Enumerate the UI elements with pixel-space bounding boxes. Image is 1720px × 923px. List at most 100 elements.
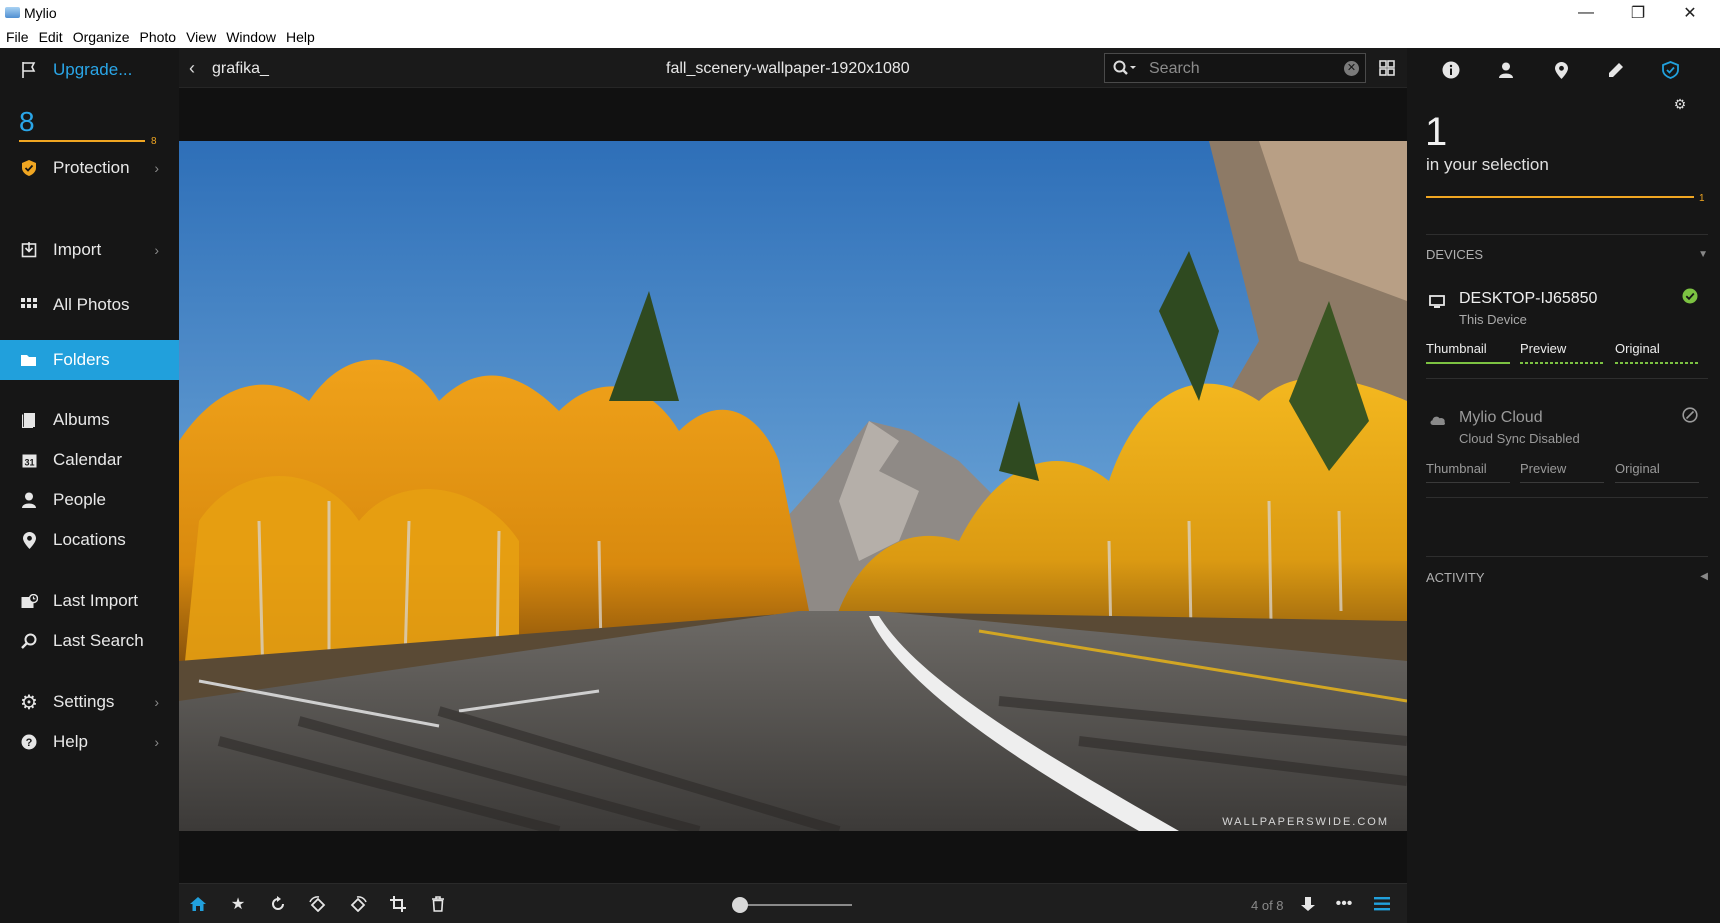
more-icon[interactable]: ••• (1335, 895, 1353, 913)
rotate-left-icon[interactable] (309, 895, 327, 913)
photo-count-bar (19, 140, 145, 142)
sidebar-item-settings[interactable]: ⚙ Settings › (0, 682, 179, 722)
zoom-slider-handle[interactable] (732, 897, 748, 913)
sidebar: Upgrade... 8 8 Protection › Import › All… (0, 48, 179, 923)
chevron-right-icon: › (154, 734, 159, 750)
search-box[interactable]: ✕ (1104, 53, 1366, 83)
tier-thumbnail-line (1426, 482, 1510, 483)
sidebar-item-label: Help (53, 732, 88, 751)
back-chevron-icon[interactable]: ‹ (189, 58, 195, 79)
grid-view-icon[interactable] (1379, 60, 1395, 76)
sidebar-item-label: Protection (53, 158, 130, 177)
sidebar-item-label: Last Import (53, 591, 139, 610)
export-icon[interactable] (1299, 895, 1317, 913)
devices-title: DEVICES (1426, 247, 1484, 262)
folder-breadcrumb[interactable]: grafika_ (212, 60, 269, 78)
albums-icon (20, 411, 38, 429)
zoom-slider-track[interactable] (740, 904, 852, 906)
tier-thumbnail: Thumbnail (1426, 341, 1487, 356)
divider (1426, 234, 1708, 235)
sidebar-item-folders[interactable]: Folders (0, 340, 179, 380)
expand-arrow-icon[interactable]: ◀ (1700, 571, 1708, 582)
page-counter: 4 of 8 (1251, 898, 1284, 913)
device-subtitle: This Device (1459, 312, 1527, 327)
synced-check-icon (1682, 288, 1698, 309)
sidebar-item-last-search[interactable]: Last Search (0, 621, 179, 661)
divider (1426, 497, 1708, 498)
monitor-icon (1429, 295, 1445, 309)
menu-file[interactable]: File (6, 29, 29, 45)
gear-icon[interactable]: ⚙ (1670, 94, 1690, 114)
selection-bar-label: 1 (1699, 193, 1705, 204)
selection-label: in your selection (1426, 155, 1549, 174)
info-panel: ⚙ 1 in your selection 1 DEVICES ▼ DESKTO… (1407, 48, 1720, 923)
search-dropdown-icon[interactable] (1113, 60, 1137, 79)
help-icon: ? (20, 733, 38, 751)
menu-window[interactable]: Window (226, 29, 276, 45)
flag-icon (20, 61, 38, 79)
collapse-arrow-icon[interactable]: ▼ (1698, 249, 1708, 260)
menu-edit[interactable]: Edit (39, 29, 63, 45)
sidebar-item-calendar[interactable]: 31 Calendar (0, 440, 179, 480)
location-pin-icon[interactable] (1551, 60, 1571, 80)
tier-original-line (1615, 482, 1699, 483)
photo-filename: fall_scenery-wallpaper-1920x1080 (666, 60, 910, 77)
rotate-right-icon[interactable] (349, 895, 367, 913)
tier-original: Original (1615, 461, 1660, 476)
gear-icon: ⚙ (20, 691, 38, 714)
maximize-button[interactable]: ❐ (1612, 0, 1664, 26)
chevron-right-icon: › (154, 160, 159, 176)
selection-count: 1 (1425, 110, 1448, 154)
grid-icon (20, 296, 38, 314)
star-icon[interactable]: ★ (229, 895, 247, 913)
location-pin-icon (20, 531, 38, 549)
info-icon[interactable] (1441, 60, 1461, 80)
rotate-icon[interactable] (269, 895, 287, 913)
sidebar-item-label: Import (53, 240, 102, 259)
chevron-right-icon: › (154, 242, 159, 258)
watermark-text: WALLPAPERSWIDE.COM (1222, 816, 1389, 828)
chevron-right-icon: › (154, 694, 159, 710)
svg-text:31: 31 (24, 457, 34, 467)
fall-scenery-photo[interactable]: WALLPAPERSWIDE.COM (179, 141, 1407, 831)
list-menu-icon[interactable] (1373, 895, 1391, 913)
sidebar-item-import[interactable]: Import › (0, 230, 179, 270)
search-icon (20, 632, 38, 650)
sync-disabled-icon (1682, 407, 1698, 428)
tier-original: Original (1615, 341, 1660, 356)
minimize-button[interactable]: — (1560, 0, 1612, 26)
device-name: DESKTOP-IJ65850 (1459, 290, 1598, 307)
clear-search-icon[interactable]: ✕ (1344, 61, 1359, 76)
import-icon (20, 241, 38, 259)
sidebar-item-people[interactable]: People (0, 480, 179, 520)
sidebar-item-label: Settings (53, 692, 115, 711)
sidebar-item-help[interactable]: ? Help › (0, 722, 179, 762)
cloud-icon (1429, 413, 1446, 427)
search-input[interactable] (1149, 59, 1329, 79)
divider (1426, 556, 1708, 557)
menu-photo[interactable]: Photo (140, 29, 177, 45)
title-bar: Mylio — ❐ ✕ (0, 0, 1720, 26)
menu-help[interactable]: Help (286, 29, 315, 45)
sidebar-item-last-import[interactable]: Last Import (0, 581, 179, 621)
sidebar-item-all-photos[interactable]: All Photos (0, 285, 179, 325)
sidebar-item-label: People (53, 490, 106, 509)
crop-icon[interactable] (389, 895, 407, 913)
pencil-icon[interactable] (1606, 60, 1626, 80)
home-icon[interactable] (189, 895, 207, 913)
upgrade-link[interactable]: Upgrade... (0, 50, 179, 90)
folder-icon (20, 351, 38, 369)
sidebar-item-albums[interactable]: Albums (0, 400, 179, 440)
device-name: Mylio Cloud (1459, 409, 1543, 426)
menu-view[interactable]: View (186, 29, 216, 45)
tier-original-line (1615, 362, 1699, 364)
sidebar-item-label: Locations (53, 530, 126, 549)
sidebar-item-protection[interactable]: Protection › (0, 148, 179, 188)
person-icon[interactable] (1496, 60, 1516, 80)
close-button[interactable]: ✕ (1664, 0, 1716, 26)
tier-preview-line (1520, 482, 1604, 483)
sidebar-item-locations[interactable]: Locations (0, 520, 179, 560)
menu-organize[interactable]: Organize (73, 29, 130, 45)
shield-icon[interactable] (1660, 60, 1680, 80)
trash-icon[interactable] (429, 895, 447, 913)
